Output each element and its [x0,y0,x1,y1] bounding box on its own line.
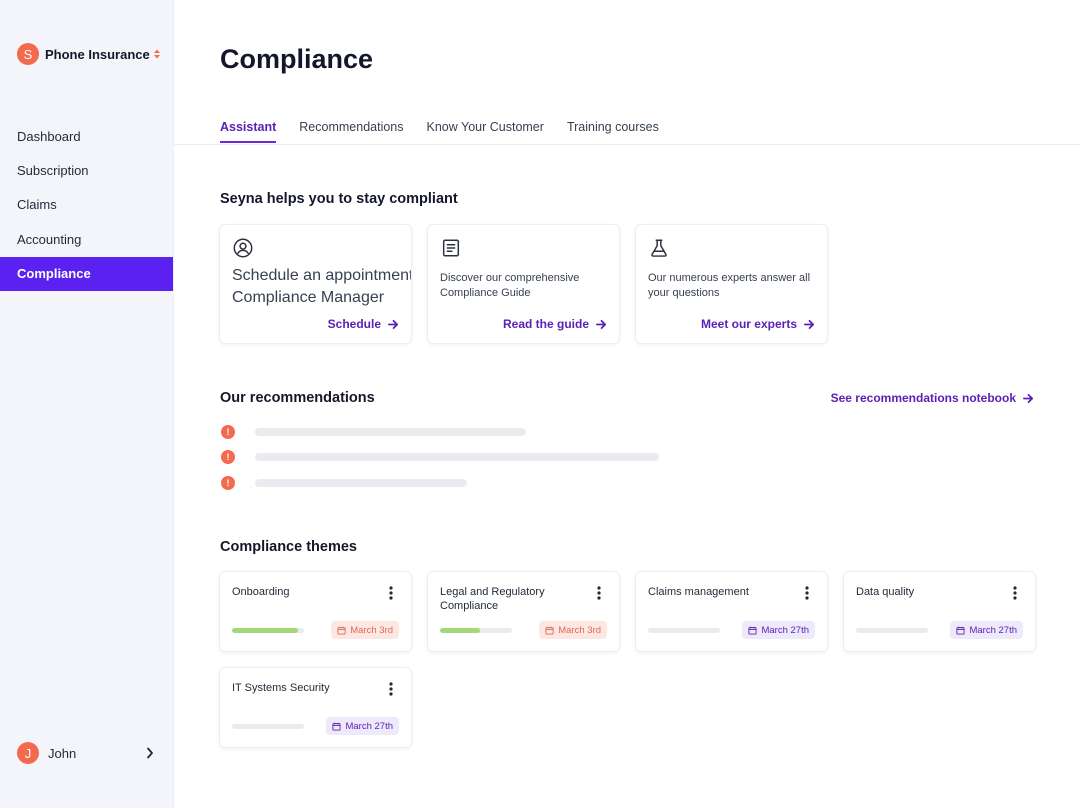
recommendations-section-title: Our recommendations [220,390,375,406]
progress-bar [232,628,304,633]
chevron-right-icon[interactable] [146,747,154,759]
progress-bar [440,628,512,633]
arrow-right-icon [596,319,607,329]
more-options-icon[interactable] [1013,586,1017,600]
sidebar-item-accounting[interactable]: Accounting [0,222,173,256]
more-options-icon[interactable] [805,586,809,600]
due-date: March 27th [345,720,393,732]
progress-fill [440,628,480,633]
due-date-badge: March 3rd [331,621,399,639]
tab-assistant[interactable]: Assistant [220,120,277,143]
theme-card-legal-regulatory[interactable]: Legal and Regulatory Compliance March 3r… [427,571,620,652]
theme-card-it-systems-security[interactable]: IT Systems Security March 27th [219,667,412,748]
schedule-link-label: Schedule [327,317,381,331]
due-date: March 3rd [350,624,393,636]
user-menu[interactable]: J John [17,742,157,764]
theme-title: IT Systems Security [232,682,330,694]
due-date: March 27th [761,624,809,636]
recommendation-item[interactable]: ! [221,425,526,439]
arrow-right-icon [804,319,815,329]
sidebar-nav: Dashboard Subscription Claims Accounting… [0,119,173,291]
tab-training-courses[interactable]: Training courses [567,120,659,143]
loading-skeleton [255,428,526,436]
recommendation-item[interactable]: ! [221,476,467,490]
card-description-line: Schedule an appointment w [232,267,411,284]
tabs-divider [174,144,1080,145]
due-date: March 27th [969,624,1017,636]
progress-bar [856,628,928,633]
calendar-icon [748,626,758,635]
assistant-card-schedule: Schedule an appointment w Compliance Man… [219,224,412,344]
user-avatar: J [17,742,39,764]
theme-title: Onboarding [232,586,290,598]
card-description-line: Compliance Manager [232,289,385,306]
see-recommendations-label: See recommendations notebook [830,391,1016,405]
theme-title: Legal and Regulatory Compliance [440,586,545,612]
org-name: Phone Insurance [45,46,150,62]
calendar-icon [956,626,966,635]
calendar-icon [337,626,346,635]
alert-icon: ! [221,476,235,490]
sidebar-item-compliance[interactable]: Compliance [0,256,173,291]
read-guide-link-label: Read the guide [502,317,589,331]
card-description: Our numerous experts answer all your que… [648,272,811,299]
theme-card-onboarding[interactable]: Onboarding March 3rd [219,571,412,652]
calendar-icon [332,722,342,731]
org-avatar: S [17,43,39,65]
assistant-card-experts: Our numerous experts answer all your que… [635,224,828,344]
theme-card-data-quality[interactable]: Data quality March 27th [843,571,1036,652]
user-name: John [48,745,77,761]
card-description: Schedule an appointment w Compliance Man… [232,265,411,309]
theme-card-claims-management[interactable]: Claims management March 27th [635,571,828,652]
sidebar-item-claims[interactable]: Claims [0,188,173,222]
meet-experts-link-label: Meet our experts [700,317,797,331]
loading-skeleton [255,479,467,487]
read-guide-link[interactable]: Read the guide [503,317,607,331]
page-title: Compliance [220,44,374,74]
sidebar: S Phone Insurance Dashboard Subscription… [0,0,174,808]
progress-fill [232,628,299,633]
themes-section-title: Compliance themes [220,539,357,555]
arrow-right-icon [1023,393,1034,403]
loading-skeleton [255,453,659,461]
sidebar-item-dashboard[interactable]: Dashboard [0,119,173,153]
schedule-link[interactable]: Schedule [328,317,399,331]
due-date-badge: March 27th [326,717,399,735]
arrow-right-icon [388,319,399,329]
sort-arrows-icon[interactable] [153,48,161,60]
org-switcher[interactable]: S Phone Insurance [17,43,165,65]
calendar-icon [545,626,554,635]
card-description: Discover our comprehensive Compliance Gu… [440,272,580,299]
sidebar-item-subscription[interactable]: Subscription [0,153,173,187]
theme-title: Claims management [648,586,749,598]
assistant-section-title: Seyna helps you to stay compliant [220,191,458,207]
flask-icon [651,239,667,257]
progress-bar [648,628,720,633]
see-recommendations-link[interactable]: See recommendations notebook [831,391,1034,405]
tab-recommendations[interactable]: Recommendations [299,120,403,143]
due-date-badge: March 3rd [539,621,607,639]
due-date-badge: March 27th [950,621,1023,639]
tab-know-your-customer[interactable]: Know Your Customer [427,120,544,143]
theme-title: Data quality [856,586,915,598]
alert-icon: ! [221,450,235,464]
document-icon [442,239,460,257]
assistant-card-guide: Discover our comprehensive Compliance Gu… [427,224,620,344]
tab-bar: Assistant Recommendations Know Your Cust… [220,120,659,143]
due-date: March 3rd [558,624,601,636]
progress-bar [232,724,304,729]
alert-icon: ! [221,425,235,439]
recommendation-item[interactable]: ! [221,450,659,464]
more-options-icon[interactable] [389,586,393,600]
due-date-badge: March 27th [742,621,815,639]
meet-experts-link[interactable]: Meet our experts [701,317,815,331]
user-circle-icon [233,238,253,258]
more-options-icon[interactable] [597,586,601,600]
more-options-icon[interactable] [389,682,393,696]
